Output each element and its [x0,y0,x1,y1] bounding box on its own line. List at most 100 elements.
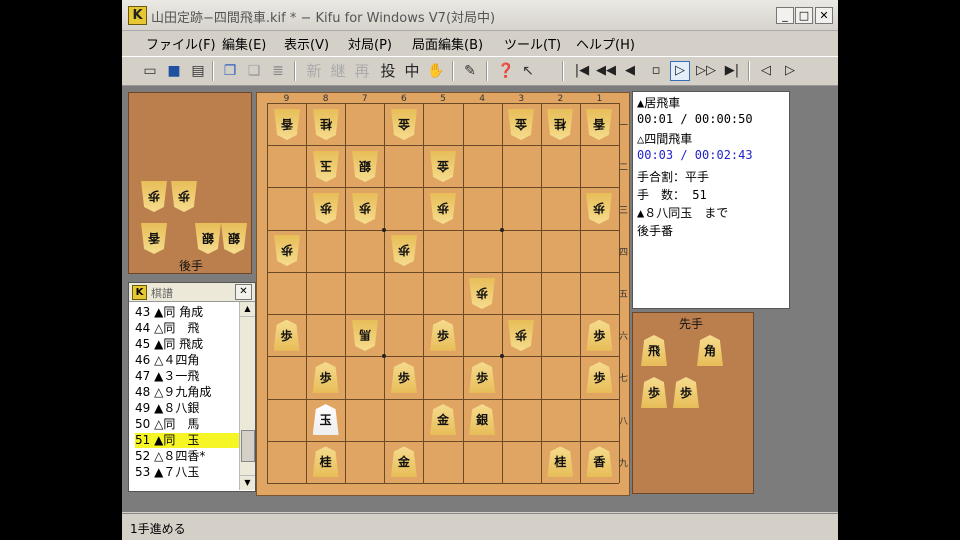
new-game-button[interactable]: 新 [304,61,324,81]
sente-piece[interactable]: 桂 [547,446,574,478]
kifu-row[interactable]: 52 △８四香* [135,449,239,464]
gote-piece[interactable]: 歩 [313,193,339,224]
list-icon[interactable]: ≣ [268,61,288,81]
hand-piece[interactable]: 銀 [195,223,221,254]
kifu-row[interactable]: 53 ▲７八玉 [135,465,239,480]
sente-hand-panel[interactable]: 先手 飛 角 歩 歩 [632,312,754,494]
resign-button[interactable]: 投 [378,61,398,81]
kifu-row[interactable]: 43 ▲同 角成 [135,305,239,320]
sente-piece[interactable]: 香 [586,446,613,478]
kifu-row[interactable]: 44 △同 飛 [135,321,239,336]
kifu-row[interactable]: 47 ▲３一飛 [135,369,239,384]
copy-icon[interactable]: ❐ [220,61,240,81]
kifu-row[interactable]: 49 ▲８八銀 [135,401,239,416]
sente-piece[interactable]: 歩 [586,361,613,393]
sente-piece[interactable]: 金 [430,404,456,436]
interrupt-button[interactable]: 中 [402,61,422,81]
scroll-thumb[interactable] [241,430,255,462]
hand-piece[interactable]: 角 [697,335,723,366]
tool-icon[interactable]: ✎ [460,61,480,81]
kifu-close-button[interactable]: ✕ [235,284,252,300]
gote-piece[interactable]: 金 [430,151,456,182]
prev-10-button[interactable]: ◀◀ [596,61,616,81]
paste-icon[interactable]: ❏ [244,61,264,81]
sente-piece[interactable]: 歩 [430,319,456,351]
restart-button[interactable]: 再 [352,61,372,81]
last-move-button[interactable]: ▶| [722,61,742,81]
hand-piece[interactable]: 香 [141,223,167,254]
gote-piece[interactable]: 歩 [430,193,456,224]
hand-icon[interactable]: ✋ [426,61,446,81]
toolbar: ▭ ■ ▤ ❐ ❏ ≣ 新 継 再 投 中 ✋ ✎ ❓ ↖ |◀ ◀◀ ◀ ▫ … [122,56,838,86]
maximize-button[interactable]: □ [795,7,813,24]
kifu-row[interactable]: 45 ▲同 飛成 [135,337,239,352]
scroll-down-arrow-icon[interactable]: ▼ [240,475,255,490]
main-area: 歩 歩 香 銀 銀 後手 香桂金金桂香玉銀金歩歩歩歩歩歩歩馬歩歩歩歩歩歩歩歩玉金… [122,86,838,512]
gote-piece[interactable]: 香 [274,109,300,140]
open-folder-icon[interactable]: ▭ [140,61,160,81]
board-grid[interactable]: 香桂金金桂香玉銀金歩歩歩歩歩歩歩馬歩歩歩歩歩歩歩歩玉金銀桂金桂香 [267,103,620,484]
kifu-row[interactable]: 46 △４四角 [135,353,239,368]
kifu-scrollbar[interactable]: ▲ ▼ [239,302,255,490]
print-icon[interactable]: ▤ [188,61,208,81]
context-help-icon[interactable]: ↖ [518,61,538,81]
gote-hand-panel[interactable]: 歩 歩 香 銀 銀 後手 [128,92,252,274]
sente-piece[interactable]: 歩 [390,361,417,393]
kifu-row[interactable]: 50 △同 馬 [135,417,239,432]
gote-piece[interactable]: 歩 [274,235,300,266]
kifu-row[interactable]: 48 △９九角成 [135,385,239,400]
sente-piece[interactable]: 歩 [586,319,613,351]
hand-piece[interactable]: 歩 [673,377,699,408]
menu-tools[interactable]: ツール(T) [504,34,561,53]
save-icon[interactable]: ■ [164,61,184,81]
branch-next-button[interactable]: ▷ [780,61,800,81]
kifu-title: 棋譜 [151,287,173,300]
gote-piece[interactable]: 銀 [352,151,378,182]
gote-piece[interactable]: 歩 [352,193,378,224]
menu-view[interactable]: 表示(V) [284,34,329,53]
help-icon[interactable]: ❓ [496,61,516,81]
star-point [499,227,504,232]
close-button[interactable]: ✕ [815,7,833,24]
sente-piece[interactable]: 玉 [312,404,339,436]
gote-piece[interactable]: 金 [391,109,417,140]
menu-help[interactable]: ヘルプ(H) [576,34,635,53]
next-10-button[interactable]: ▷▷ [696,61,716,81]
sente-piece[interactable]: 歩 [312,361,339,393]
sente-piece[interactable]: 歩 [273,319,300,351]
hand-piece[interactable]: 歩 [641,377,667,408]
gote-piece[interactable]: 歩 [391,235,417,266]
first-move-button[interactable]: |◀ [572,61,592,81]
gote-piece[interactable]: 香 [586,109,612,140]
scroll-up-arrow-icon[interactable]: ▲ [240,302,255,317]
hand-piece[interactable]: 飛 [641,335,667,366]
continue-button[interactable]: 継 [328,61,348,81]
gote-piece[interactable]: 歩 [508,320,534,351]
gote-piece[interactable]: 金 [508,109,534,140]
sente-piece[interactable]: 桂 [312,446,339,478]
menu-file[interactable]: ファイル(F) [146,34,216,53]
gote-piece[interactable]: 馬 [352,320,378,351]
kifu-row-selected[interactable]: 51 ▲同 玉 [135,433,239,448]
branch-prev-button[interactable]: ◁ [756,61,776,81]
hand-piece[interactable]: 銀 [221,223,247,254]
menu-edit[interactable]: 編集(E) [222,34,266,53]
next-move-button[interactable]: ▷ [670,61,690,81]
menu-board-edit[interactable]: 局面編集(B) [412,34,483,53]
gote-piece[interactable]: 歩 [469,278,495,309]
hand-piece[interactable]: 歩 [141,181,167,212]
hand-piece[interactable]: 歩 [171,181,197,212]
gote-piece[interactable]: 歩 [586,193,612,224]
sente-piece[interactable]: 金 [390,446,417,478]
prev-move-button[interactable]: ◀ [620,61,640,81]
gote-piece[interactable]: 桂 [547,109,573,140]
sente-piece[interactable]: 歩 [469,361,496,393]
gote-piece[interactable]: 玉 [313,151,339,182]
menu-game[interactable]: 対局(P) [348,34,392,53]
kifu-list-window[interactable]: K 棋譜 ✕ 43 ▲同 角成 44 △同 飛 45 ▲同 飛成 46 △４四角 47 … [128,282,256,492]
gote-piece[interactable]: 桂 [313,109,339,140]
shogi-board[interactable]: 香桂金金桂香玉銀金歩歩歩歩歩歩歩馬歩歩歩歩歩歩歩歩玉金銀桂金桂香 9876543… [256,92,630,496]
sente-piece[interactable]: 銀 [469,404,496,436]
stop-button[interactable]: ▫ [646,61,666,81]
minimize-button[interactable]: _ [776,7,794,24]
